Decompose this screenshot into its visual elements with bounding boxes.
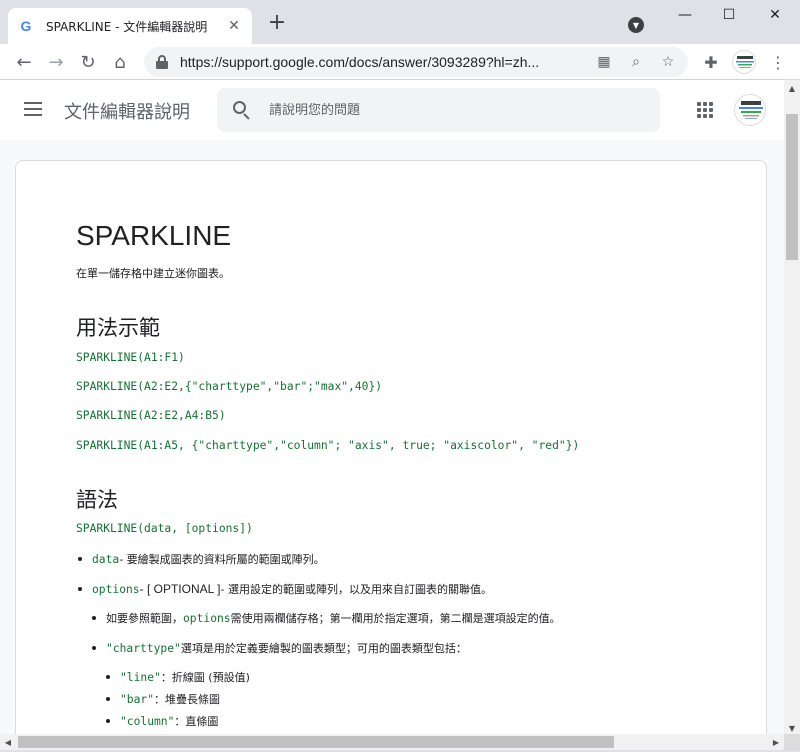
options-sub-item: 如要參照範圍， options 需使用兩欄儲存格；第一欄用於指定選項，第二欄是選… [92,610,561,626]
horizontal-scroll-thumb[interactable] [18,736,614,748]
browser-tab[interactable]: G SPARKLINE - 文件編輯器說明 ✕ [8,8,252,44]
url-text[interactable]: https://support.google.com/docs/answer/3… [180,54,580,70]
app-title[interactable]: 文件編輯器說明 [64,98,190,124]
chart-type-item: "bar" ：堆疊長條圖 [106,691,220,707]
lock-icon[interactable] [156,55,168,69]
sub-text: 需使用兩欄儲存格；第一欄用於指定選項，第二欄是選項設定的值。 [230,612,561,625]
example-code: SPARKLINE(A2:E2,A4:B5) [76,409,226,422]
param-name: options [92,583,140,596]
new-tab-plus-icon[interactable]: + [266,12,288,34]
search-icon[interactable] [233,101,251,120]
scroll-right-arrow-icon[interactable]: ▶ [768,734,784,750]
window-close-icon[interactable]: ✕ [752,4,798,26]
chart-type-item: "line" ：折線圖 (預設值) [106,669,250,685]
account-avatar[interactable] [734,94,766,126]
bullet-icon [106,719,110,723]
options-sub-item: "charttype" 選項是用於定義要繪製的圖表類型；可用的圖表類型包括： [92,640,467,656]
help-search-input[interactable] [269,102,629,118]
bullet-icon [92,646,96,650]
sub-code: options [183,612,231,625]
vertical-scrollbar[interactable]: ▲ ▼ [784,80,800,736]
maximize-icon[interactable]: ☐ [706,4,752,26]
home-icon[interactable]: ⌂ [108,50,132,74]
param-data-item: data - 要繪製成圖表的資料所屬的範圍或陣列。 [78,551,325,567]
chart-type-desc: ：直條圖 [174,715,219,728]
article-title: SPARKLINE [76,220,232,251]
bullet-icon [106,697,110,701]
bullet-icon [92,616,96,620]
bookmark-star-icon[interactable]: ☆ [658,52,678,72]
example-code: SPARKLINE(A2:E2,{"charttype","bar";"max"… [76,380,383,393]
chart-type-desc: ：折線圖 (預設值) [160,671,250,684]
hamburger-menu-icon[interactable] [24,102,42,116]
scroll-up-arrow-icon[interactable]: ▲ [784,80,800,96]
tab-title: SPARKLINE - 文件編輯器說明 [46,19,208,34]
usage-heading: 用法示範 [76,317,160,340]
address-bar[interactable]: https://support.google.com/docs/answer/3… [144,47,688,77]
profile-avatar-small[interactable] [732,50,756,74]
bullet-icon [106,675,110,679]
chart-type-desc: ：堆疊長條圖 [154,693,221,706]
browser-tab-strip: G SPARKLINE - 文件編輯器說明 ✕ + ▼ — ☐ ✕ [0,0,800,44]
tab-close-icon[interactable]: ✕ [226,18,242,34]
google-apps-grid-icon[interactable] [697,102,713,118]
horizontal-scrollbar[interactable]: ◀ ▶ [0,734,784,750]
chart-type-code: "line" [120,671,161,684]
scrollbar-corner [784,734,800,750]
vertical-scroll-thumb[interactable] [786,114,798,260]
sub-code: "charttype" [106,642,181,655]
browser-menu-icon[interactable]: ⋮ [766,50,790,74]
chart-type-code: "bar" [120,693,155,706]
reload-icon[interactable]: ↻ [76,50,100,74]
example-code: SPARKLINE(A1:A5, {"charttype","column"; … [76,439,580,452]
chart-type-item: "column" ：直條圖 [106,713,218,729]
help-center-header: 文件編輯器說明 [0,80,784,140]
syntax-heading: 語法 [76,489,118,512]
param-options-item: options - [ OPTIONAL ] - 選用設定的範圍或陣列，以及用來… [78,581,492,597]
bullet-icon [78,557,82,561]
scroll-left-arrow-icon[interactable]: ◀ [0,734,16,750]
article-intro: 在單一儲存格中建立迷你圖表。 [76,267,230,280]
back-arrow-icon[interactable]: ← [12,50,36,74]
optional-tag: - [ OPTIONAL ] [139,582,221,596]
param-desc: - 要繪製成圖表的資料所屬的範圍或陣列。 [119,553,325,566]
chart-type-code: "column" [120,715,175,728]
tab-search-chevron-icon[interactable]: ▼ [628,17,644,33]
param-desc: - 選用設定的範圍或陣列，以及用來自訂圖表的關聯值。 [220,583,492,596]
sub-text: 如要參照範圍， [106,612,183,625]
extensions-puzzle-icon[interactable]: ✚ [699,50,723,74]
sub-text: 選項是用於定義要繪製的圖表類型；可用的圖表類型包括： [180,642,467,655]
qr-code-icon[interactable]: ▦ [594,52,614,72]
minimize-icon[interactable]: — [662,4,708,26]
forward-arrow-icon[interactable]: → [44,50,68,74]
param-name: data [92,553,120,566]
zoom-icon[interactable]: ⌕ [626,52,646,72]
example-code: SPARKLINE(A1:F1) [76,351,185,364]
bullet-icon [78,587,82,591]
browser-toolbar: ← → ↻ ⌂ https://support.google.com/docs/… [0,44,800,80]
help-search-box[interactable] [217,88,660,132]
syntax-code: SPARKLINE(data, [options]) [76,522,253,535]
google-favicon-icon: G [20,18,32,34]
